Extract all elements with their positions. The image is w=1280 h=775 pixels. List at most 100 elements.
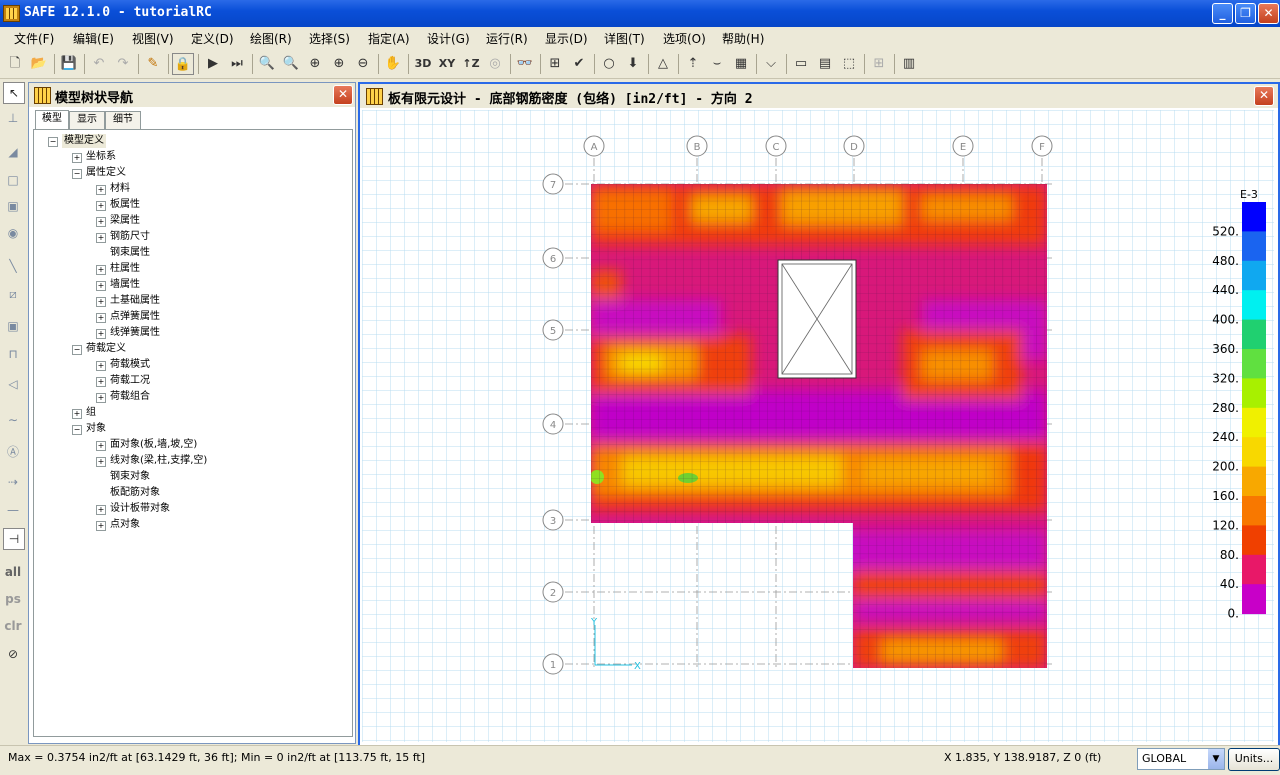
run-step-icon[interactable]: ⏭ (226, 53, 248, 75)
app-icon[interactable] (3, 5, 20, 22)
tree-node[interactable]: 墙属性 (110, 278, 140, 292)
coord-system-select[interactable]: GLOBAL ▼ (1137, 748, 1225, 770)
tree-node[interactable]: 组 (86, 406, 96, 420)
maximize-button[interactable]: ❐ (1235, 3, 1256, 24)
pencil-icon[interactable]: ✎ (142, 53, 164, 75)
zoom-restore-icon[interactable]: 🔍 (280, 53, 302, 75)
tree-node[interactable]: 属性定义 (86, 166, 126, 180)
tree-expander-icon[interactable]: + (96, 329, 106, 339)
draw-circle-icon[interactable]: ◉ (3, 223, 23, 243)
open-folder-icon[interactable]: 📂 (28, 53, 50, 75)
tree-expander-icon[interactable]: + (96, 201, 106, 211)
tree-expander-icon[interactable]: + (96, 377, 106, 387)
select-all-button[interactable]: all (3, 562, 23, 582)
menu-view[interactable]: 视图(V) (132, 30, 174, 47)
draw-strip-icon[interactable]: ⊓ (3, 344, 23, 364)
menu-run[interactable]: 运行(R) (486, 30, 528, 47)
tree-node[interactable]: 材料 (110, 182, 130, 196)
intersecting-line-select-icon[interactable]: ⊘ (3, 644, 23, 664)
units-button[interactable]: Units... (1228, 748, 1280, 771)
tree-node[interactable]: 钢束对象 (110, 470, 150, 484)
tree-expander-icon[interactable]: − (48, 137, 58, 147)
tree-expander-icon[interactable]: + (96, 505, 106, 515)
draw-beam-icon[interactable]: ⧄ (3, 284, 23, 304)
tree-node[interactable]: 线对象(梁,柱,支撑,空) (110, 454, 207, 468)
draw-wall-icon[interactable]: ▣ (3, 316, 23, 336)
close-button[interactable]: ✕ (1258, 3, 1279, 24)
zoom-out-icon[interactable]: ⊖ (352, 53, 374, 75)
tab-display[interactable]: 显示 (69, 111, 105, 129)
previous-selection-button[interactable]: ps (3, 589, 23, 609)
menu-draw[interactable]: 绘图(R) (250, 30, 292, 47)
menu-design[interactable]: 设计(G) (427, 30, 470, 47)
chevron-down-icon[interactable]: ▼ (1208, 749, 1224, 769)
object-shrink-icon[interactable]: ⊞ (544, 53, 566, 75)
run-icon[interactable]: ▶ (202, 53, 224, 75)
tree-expander-icon[interactable]: + (72, 153, 82, 163)
tree-node[interactable]: 钢筋尺寸 (110, 230, 150, 244)
redo-icon[interactable]: ↷ (112, 53, 134, 75)
tree-expander-icon[interactable]: + (96, 441, 106, 451)
draw-reference-line-icon[interactable]: — (3, 500, 23, 520)
draw-dimension-icon[interactable]: ⇢ (3, 472, 23, 492)
triangle-icon[interactable]: △ (652, 53, 674, 75)
draw-tendon-icon[interactable]: ∼ (3, 410, 23, 430)
contour-icon[interactable]: ▦ (730, 53, 752, 75)
strip-icon[interactable]: ⌵ (760, 53, 782, 75)
new-file-icon[interactable]: 🗋 (4, 53, 26, 75)
draw-rectangle-icon[interactable]: □ (3, 170, 23, 190)
draw-line-icon[interactable]: ╲ (3, 256, 23, 276)
grid-icon[interactable]: ⊞ (868, 53, 890, 75)
tree-expander-icon[interactable]: + (96, 521, 106, 531)
menu-select[interactable]: 选择(S) (309, 30, 350, 47)
circle-icon[interactable]: ○ (598, 53, 620, 75)
load-icon[interactable]: ⬇ (622, 53, 644, 75)
view-z-button[interactable]: ↑Z (460, 53, 482, 75)
view-xy-button[interactable]: XY (436, 53, 458, 75)
slab-icon[interactable]: ▭ (790, 53, 812, 75)
tree-node[interactable]: 板属性 (110, 198, 140, 212)
reaction-icon[interactable]: ⇡ (682, 53, 704, 75)
select-box-icon[interactable]: ⬚ (838, 53, 860, 75)
tab-model[interactable]: 模型 (35, 110, 69, 129)
draw-slab-icon[interactable]: ◁ (3, 374, 23, 394)
menu-display[interactable]: 显示(D) (545, 30, 588, 47)
menu-assign[interactable]: 指定(A) (368, 30, 410, 47)
zoom-window-icon[interactable]: 🔍 (256, 53, 278, 75)
view-close-icon[interactable]: ✕ (1254, 86, 1274, 106)
clear-selection-button[interactable]: clr (3, 616, 23, 636)
tree-expander-icon[interactable]: + (96, 393, 106, 403)
tree-node[interactable]: 荷载定义 (86, 342, 126, 356)
tree-expander-icon[interactable]: − (72, 345, 82, 355)
draw-support-icon[interactable]: Ⓐ (3, 442, 23, 462)
menu-help[interactable]: 帮助(H) (722, 30, 764, 47)
pointer-icon[interactable]: ↖ (3, 82, 25, 104)
tree-expander-icon[interactable]: − (72, 425, 82, 435)
menu-define[interactable]: 定义(D) (191, 30, 234, 47)
draw-point-icon[interactable]: ⊥ (3, 108, 23, 128)
tree-node[interactable]: 钢束属性 (110, 246, 150, 260)
tree-node[interactable]: 设计板带对象 (110, 502, 170, 516)
menu-file[interactable]: 文件(F) (14, 30, 54, 47)
zoom-in-icon[interactable]: ⊕ (304, 53, 326, 75)
tree-node[interactable]: 柱属性 (110, 262, 140, 276)
tree-expander-icon[interactable]: + (96, 297, 106, 307)
tree-node[interactable]: 面对象(板,墙,坡,空) (110, 438, 197, 452)
tree-node[interactable]: 板配筋对象 (110, 486, 160, 500)
tree-expander-icon[interactable]: + (96, 361, 106, 371)
pan-hand-icon[interactable]: ✋ (382, 53, 404, 75)
table-icon[interactable]: ▤ (814, 53, 836, 75)
tree-panel-close-icon[interactable]: ✕ (333, 85, 353, 105)
tree-node[interactable]: 线弹簧属性 (110, 326, 160, 340)
tree-node[interactable]: 荷载组合 (110, 390, 150, 404)
menu-options[interactable]: 选项(O) (663, 30, 706, 47)
tree-node[interactable]: 土基础属性 (110, 294, 160, 308)
tree-expander-icon[interactable]: + (96, 233, 106, 243)
tree-expander-icon[interactable]: + (96, 457, 106, 467)
view-3d-button[interactable]: 3D (412, 53, 434, 75)
tree-expander-icon[interactable]: + (96, 313, 106, 323)
tree-node[interactable]: 点弹簧属性 (110, 310, 160, 324)
deform-icon[interactable]: ⌣ (706, 53, 728, 75)
rotate-icon[interactable]: ◎ (484, 53, 506, 75)
menu-edit[interactable]: 编辑(E) (73, 30, 114, 47)
